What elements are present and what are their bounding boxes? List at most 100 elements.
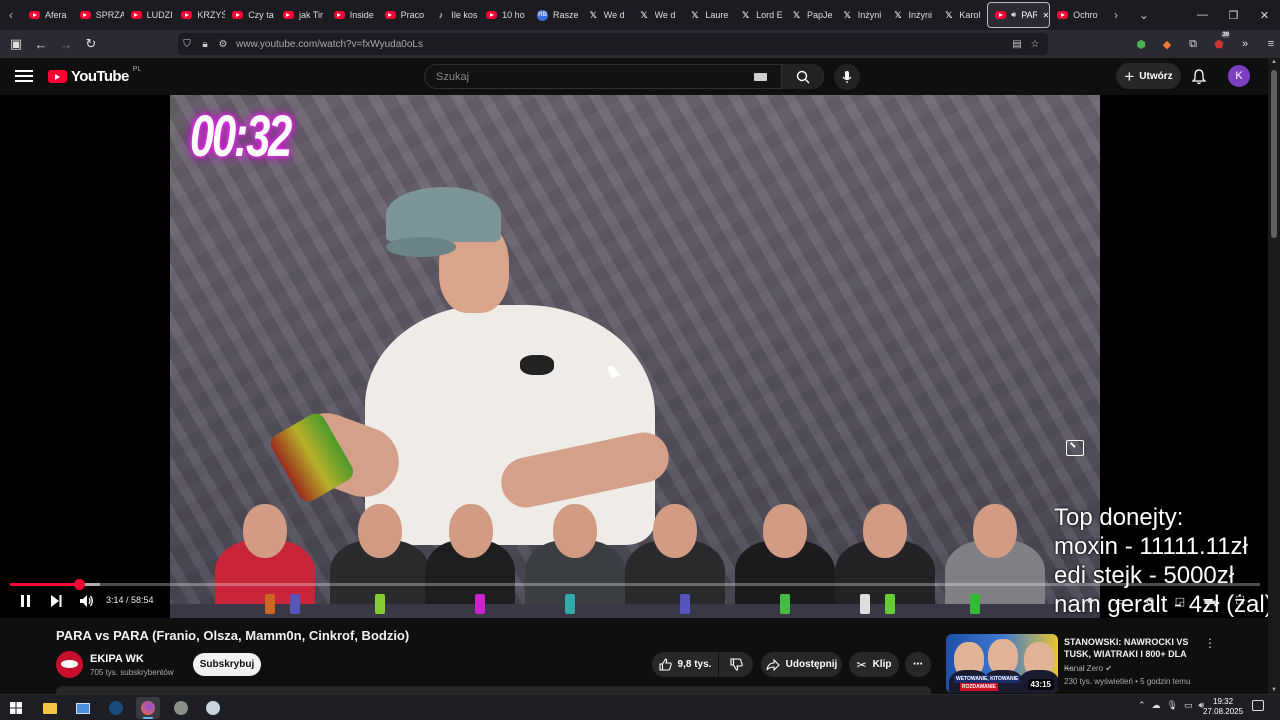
sidebar-toggle-icon[interactable]: ▣ [4,32,28,56]
reload-icon[interactable]: ↻ [79,32,103,56]
fox-extension-icon[interactable]: ◆ [1154,32,1180,56]
back-icon[interactable]: ← [29,32,53,56]
bookmark-star-icon[interactable]: ☆ [1026,39,1044,50]
video-player[interactable]: 00:32 Top donejty: moxin - 11111.11zł ed… [0,95,1268,618]
theater-mode-icon[interactable]: ▬ [1200,591,1220,611]
guide-menu-icon[interactable] [15,68,33,84]
miniplayer-expand-icon[interactable] [1066,440,1084,456]
subtitles-icon[interactable]: ▭ [1110,591,1130,611]
create-button[interactable]: + Utwórz [1116,63,1181,89]
close-window-icon[interactable]: ✕ [1249,0,1280,30]
browser-tab[interactable]: KRZYŚ [174,2,225,28]
vpn-extension-icon[interactable]: ⬢ [1128,32,1154,56]
tray-microphone-icon[interactable]: 🎙︎ [1167,700,1178,711]
fullscreen-icon[interactable]: ⛶ [1230,591,1250,611]
seek-bar[interactable] [10,579,1260,590]
onedrive-cloud-icon[interactable]: ☁ [1152,700,1161,711]
tray-overflow-icon[interactable]: ⌃ [1138,700,1146,711]
channel-avatar[interactable] [56,651,83,678]
browser-tab[interactable]: 𝕏 Inżyni [886,2,937,28]
clip-button[interactable]: ✂ Klip [849,652,899,677]
scrollbar-thumb[interactable] [1271,70,1277,238]
page-scrollbar[interactable]: ▲ ▼ [1268,58,1280,694]
address-bar[interactable]: ⛉ 🔒︎ ⚙ www.youtube.com/watch?v=fxWyuda0o… [178,33,1048,55]
shield-app-icon[interactable] [201,697,225,719]
search-input[interactable] [425,70,754,83]
share-button[interactable]: Udostępnij [761,652,842,677]
seek-handle[interactable] [73,579,85,590]
browser-tab[interactable]: Inside [327,2,378,28]
dislike-button[interactable] [719,652,753,677]
scroll-down-arrow-icon[interactable]: ▼ [1271,687,1277,693]
taskbar-clock[interactable]: 19:32 27.08.2025 [1203,697,1243,717]
browser-tab[interactable]: 𝕏 We d [581,2,632,28]
search-button[interactable] [781,64,823,89]
browser-tab[interactable]: LUDZI [124,2,175,28]
tabs-scroll-left-icon[interactable]: ‹ [0,0,22,30]
tabs-scroll-right-icon[interactable]: › [1105,0,1127,30]
browser-tab[interactable]: 🔊︎ PAR ✕ [987,2,1051,28]
more-tools-icon[interactable]: » [1232,32,1258,56]
forward-icon[interactable]: → [54,32,78,56]
browser-tab[interactable]: 𝕏 We d [632,2,683,28]
app-icon[interactable] [169,697,193,719]
lock-icon[interactable]: 🔒︎ [196,39,214,50]
description-box[interactable] [56,686,931,694]
extensions-puzzle-icon[interactable]: ⧉ [1180,32,1206,56]
file-explorer-icon[interactable] [38,697,62,719]
browser-tab[interactable]: SPRZĄ [73,2,124,28]
autoplay-toggle-icon[interactable]: ⏺ [1080,591,1100,611]
permissions-icon[interactable]: ⚙ [214,39,232,50]
subscribe-button[interactable]: Subskrybuj [193,653,261,676]
network-icon[interactable]: ▭ [1184,700,1193,711]
browser-tab[interactable]: 10 ho [479,2,530,28]
scroll-up-arrow-icon[interactable]: ▲ [1271,59,1277,65]
shield-icon[interactable]: ⛉ [178,39,196,50]
app-menu-icon[interactable]: ≡ [1258,32,1280,56]
video-frame[interactable]: 00:32 [170,95,1100,618]
tab-list-chevron-icon[interactable]: ⌄ [1133,0,1155,30]
browser-tab[interactable]: Afera [22,2,73,28]
keyboard-icon[interactable] [754,72,767,81]
more-actions-button[interactable]: ⋯ [905,652,931,677]
browser-tab[interactable]: ♪ Ile kos [428,2,479,28]
youtube-logo[interactable]: YouTube PL [48,66,141,85]
browser-tab[interactable]: RB Rasze [530,2,581,28]
ublock-extension-icon[interactable]: ⬟ 39 [1206,32,1232,56]
recommended-channel[interactable]: Kanał Zero ✔ [1064,664,1112,673]
browser-tab[interactable]: 𝕏 PapJe [784,2,835,28]
start-windows-icon[interactable] [4,697,28,719]
account-avatar[interactable]: K [1228,65,1250,87]
steam-icon[interactable] [104,697,128,719]
restore-icon[interactable]: ❐ [1218,0,1249,30]
recommended-menu-icon[interactable]: ⋮ [1204,636,1216,650]
like-button[interactable]: 9,8 tys. [652,652,718,677]
notifications-icon[interactable] [1252,700,1264,711]
youtube-icon [181,11,193,19]
url-text[interactable]: www.youtube.com/watch?v=fxWyuda0oLs [236,39,423,50]
tab-close-icon[interactable]: ✕ [1042,11,1049,20]
browser-tab[interactable]: jak Tir [276,2,327,28]
voice-search-button[interactable] [834,64,860,90]
browser-tab[interactable]: Praco [378,2,429,28]
pause-button[interactable] [13,591,37,611]
recommended-thumbnail[interactable]: WETOWANIE, KITOWANIE ROZDAWANIE 43:15 [946,634,1058,693]
browser-tab[interactable]: 𝕏 Karol [936,2,987,28]
tab-audio-icon[interactable]: 🔊︎ [1011,10,1016,20]
volume-button[interactable] [75,591,99,611]
recommended-video[interactable]: WETOWANIE, KITOWANIE ROZDAWANIE 43:15 ST… [946,634,1216,694]
browser-tab[interactable]: Ochro [1050,2,1101,28]
browser-tab[interactable]: Czy ta [225,2,276,28]
settings-gear-icon[interactable]: ⚙ [1140,591,1160,611]
browser-tab[interactable]: 𝕏 Lord E [733,2,784,28]
firefox-icon[interactable] [136,697,160,719]
browser-tab[interactable]: 𝕏 Laure [682,2,733,28]
miniplayer-icon[interactable]: ◲ [1170,591,1190,611]
reader-view-icon[interactable]: ▤ [1008,39,1026,50]
browser-tab[interactable]: 𝕏 Inżyni [835,2,886,28]
notifications-bell-icon[interactable] [1190,68,1208,86]
next-button[interactable] [44,591,68,611]
minimize-icon[interactable]: — [1187,0,1218,30]
computer-icon[interactable] [71,697,95,719]
channel-name[interactable]: EKIPA WK [90,653,144,665]
